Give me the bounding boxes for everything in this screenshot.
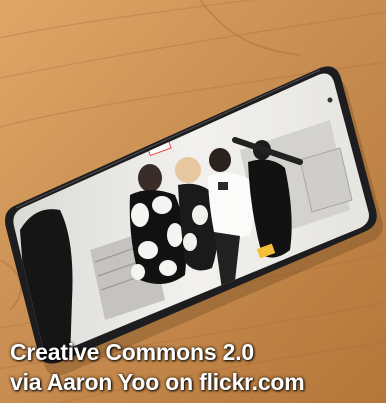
photo: Creative Commons 2.0 via Aaron Yoo on fl… bbox=[0, 0, 386, 403]
video-screen bbox=[13, 73, 369, 354]
photo-credit-caption: Creative Commons 2.0 via Aaron Yoo on fl… bbox=[10, 337, 380, 397]
caption-line-source: via Aaron Yoo on flickr.com bbox=[10, 369, 305, 395]
caption-line-license: Creative Commons 2.0 bbox=[10, 339, 254, 365]
